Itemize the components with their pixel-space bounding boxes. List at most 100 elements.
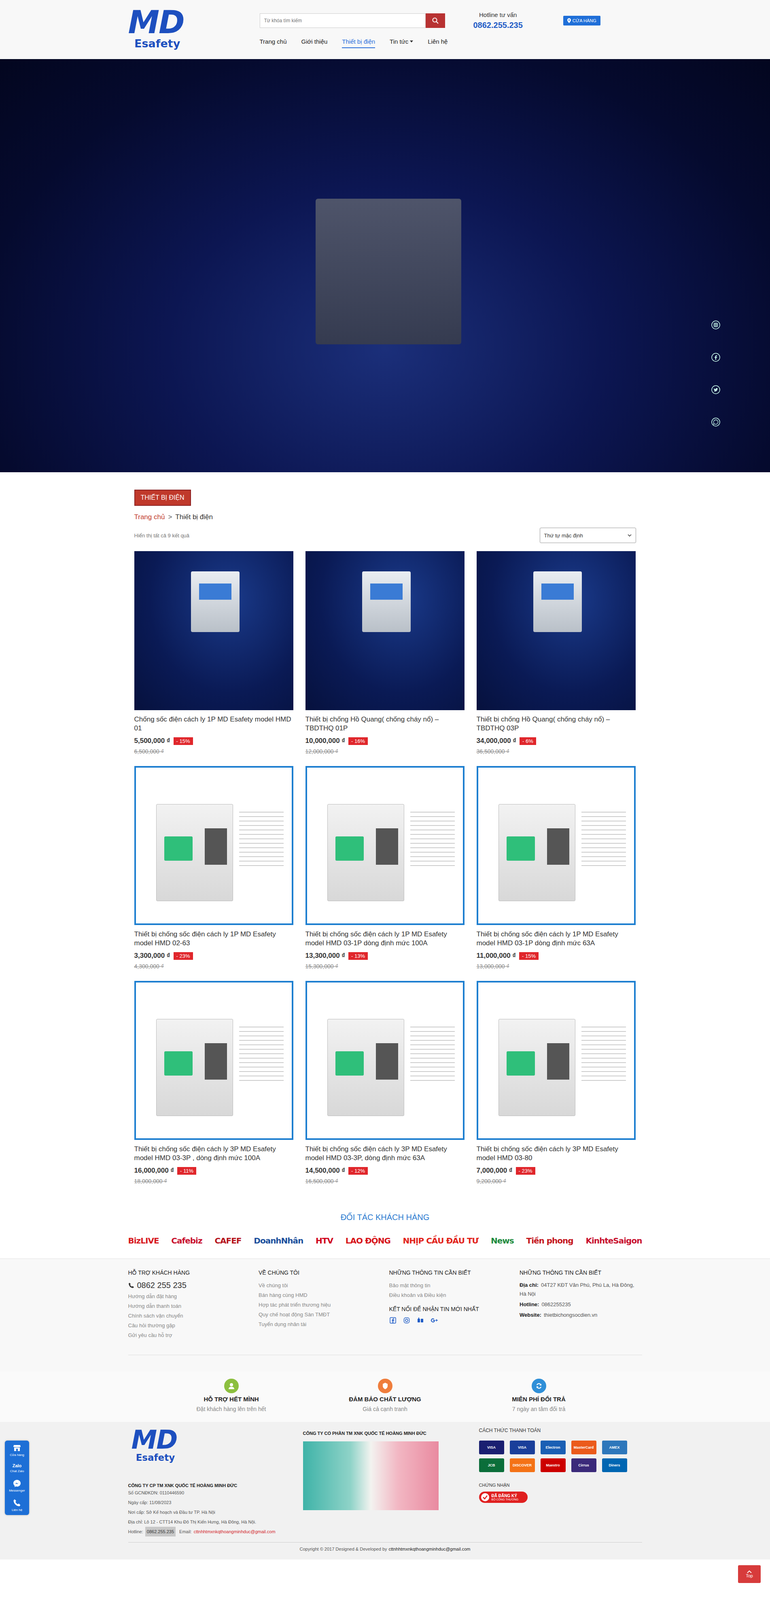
breadcrumb-link[interactable]: Trang chủ xyxy=(134,513,166,522)
payment-card: VISA xyxy=(479,1440,505,1455)
nav-item[interactable]: Trang chủ xyxy=(259,36,287,49)
youtube-icon[interactable] xyxy=(416,1317,425,1324)
product-name[interactable]: Chống sốc điện cách ly 1P MD Esafety mod… xyxy=(134,714,294,733)
nav-item[interactable]: Giới thiệu xyxy=(301,36,328,49)
partner-name: CAFEF xyxy=(214,1235,242,1246)
facebook-icon[interactable] xyxy=(389,1317,397,1324)
product-name[interactable]: Thiết bị chống sốc điện cách ly 3P MD Es… xyxy=(134,1144,294,1163)
product-name[interactable]: Thiết bị chống sốc điện cách ly 1P MD Es… xyxy=(476,929,636,948)
hotline-number[interactable]: 0862.255.235 xyxy=(473,20,523,30)
whatsapp-icon[interactable] xyxy=(710,417,721,427)
product-card[interactable]: Chống sốc điện cách ly 1P MD Esafety mod… xyxy=(134,551,294,755)
nav-item[interactable]: Tin tức xyxy=(389,36,414,49)
side-bar-item[interactable]: Liên hệ xyxy=(11,1498,23,1512)
search-icon[interactable] xyxy=(425,13,446,28)
footer-link[interactable]: Bảo mật thông tin xyxy=(389,1280,512,1291)
product-image[interactable] xyxy=(305,980,465,1140)
product-name[interactable]: Thiết bị chống sốc điện cách ly 1P MD Es… xyxy=(305,929,465,948)
partner-logo[interactable]: BizLIVE xyxy=(128,1235,160,1246)
twitter-icon[interactable] xyxy=(710,384,721,395)
partner-logo[interactable]: HTV xyxy=(315,1235,334,1246)
product-image[interactable] xyxy=(305,765,465,925)
hotline-value[interactable]: 0862.255.235 xyxy=(145,1526,176,1537)
card-label: Cirrus xyxy=(578,1463,590,1468)
device-switch xyxy=(506,1051,535,1076)
contact-row: Địa chỉ:04T27 KĐT Văn Phú, Phú La, Hà Đô… xyxy=(519,1280,643,1299)
partner-logo[interactable]: NHỊP CẦU ĐẦU TƯ xyxy=(403,1235,479,1246)
footer-link[interactable]: Hợp tác phát triển thương hiệu xyxy=(258,1300,382,1310)
feature: MIỄN PHÍ ĐỔI TRẢ7 ngày an tâm đổi trả xyxy=(462,1378,616,1413)
price-row: 34,000,000 ₫- 6% xyxy=(476,736,636,745)
footer-link[interactable]: Câu hỏi thường gặp xyxy=(128,1320,251,1331)
sort-select[interactable]: Thứ tự mặc định xyxy=(539,527,637,544)
partner-logo[interactable]: KinhteSaigon xyxy=(585,1235,642,1246)
product-image[interactable] xyxy=(476,765,636,925)
payment-card: Electron xyxy=(540,1440,566,1455)
sort-value: Thứ tự mặc định xyxy=(544,532,584,539)
product-image[interactable] xyxy=(134,980,294,1140)
instagram-icon[interactable] xyxy=(710,320,721,330)
product-name[interactable]: Thiết bị chống Hồ Quang( chống cháy nổ) … xyxy=(476,714,636,733)
footer-link[interactable]: Hướng dẫn thanh toán xyxy=(128,1301,251,1311)
email-value[interactable]: cttnhhtmxnkqthoangminhduc@gmail.com xyxy=(193,1526,276,1537)
contact-row: Website:thietbichongsocdien.vn xyxy=(519,1310,643,1320)
copyright-email[interactable]: cttnhhtmxnkqthoangminhduc@gmail.com xyxy=(388,1546,471,1552)
partner-logo[interactable]: DoanhNhân xyxy=(253,1235,304,1246)
product-name[interactable]: Thiết bị chống Hồ Quang( chống cháy nổ) … xyxy=(305,714,465,733)
phone-number[interactable]: 0862 255 235 xyxy=(137,1280,187,1290)
device-screen xyxy=(204,828,227,865)
side-bar-item[interactable]: Cửa hàng xyxy=(9,1443,25,1457)
product-image[interactable] xyxy=(476,551,636,711)
certificate-badge[interactable]: ĐÃ ĐĂNG KÝBỘ CÔNG THƯƠNG xyxy=(479,1491,528,1503)
side-bar-item[interactable]: Messenger xyxy=(8,1479,26,1493)
footer-link[interactable]: Hướng dẫn đặt hàng xyxy=(128,1291,251,1302)
product-name[interactable]: Thiết bị chống sốc điện cách ly 3P MD Es… xyxy=(305,1144,465,1163)
partner-logo[interactable]: News xyxy=(490,1235,514,1246)
product-card[interactable]: Thiết bị chống sốc điện cách ly 3P MD Es… xyxy=(305,980,465,1185)
product-card[interactable]: Thiết bị chống sốc điện cách ly 1P MD Es… xyxy=(305,765,465,970)
facebook-icon[interactable] xyxy=(710,352,721,363)
instagram-icon[interactable] xyxy=(403,1317,411,1324)
product-name[interactable]: Thiết bị chống sốc điện cách ly 3P MD Es… xyxy=(476,1144,636,1163)
badge-title: ĐÃ ĐĂNG KÝ xyxy=(491,1493,519,1498)
logo[interactable]: MDEsafety xyxy=(131,1427,180,1463)
product-card[interactable]: Thiết bị chống sốc điện cách ly 1P MD Es… xyxy=(476,765,636,970)
google-plus-icon[interactable] xyxy=(430,1317,438,1324)
showcase: CÔNG TY CỔ PHẦN TM XNK QUỐC TẾ HOÀNG MIN… xyxy=(303,1427,480,1537)
nav-item[interactable]: Thiết bị điện xyxy=(341,36,376,49)
product-image[interactable] xyxy=(134,551,294,711)
partner-logo[interactable]: Tiền phong xyxy=(526,1235,574,1246)
device-switch xyxy=(164,836,193,861)
product-image[interactable] xyxy=(305,551,465,711)
store-button[interactable]: CỬA HÀNG xyxy=(563,15,601,26)
product-card[interactable]: Thiết bị chống sốc điện cách ly 1P MD Es… xyxy=(134,765,294,970)
footer-link[interactable]: Bán hàng cùng HMD xyxy=(258,1290,382,1301)
partner-logo[interactable]: CAFEF xyxy=(214,1235,242,1246)
footer-link[interactable]: Về chúng tôi xyxy=(258,1280,382,1291)
nav-item[interactable]: Liên hệ xyxy=(427,36,448,49)
search-form xyxy=(259,13,446,28)
footer-link[interactable]: Tuyển dụng nhân tài xyxy=(258,1319,382,1330)
footer-link[interactable]: Điều khoản và Điều kiện xyxy=(389,1290,512,1301)
back-to-top-button[interactable]: Top xyxy=(738,1565,761,1583)
product-card[interactable]: Thiết bị chống Hồ Quang( chống cháy nổ) … xyxy=(305,551,465,755)
partner-logo[interactable]: LAO ĐỘNG xyxy=(345,1235,391,1246)
partner-logo[interactable]: Cafebiz xyxy=(171,1235,202,1246)
footer-link[interactable]: Quy chế hoạt động Sàn TMĐT xyxy=(258,1309,382,1320)
footer-link[interactable]: Chính sách vận chuyển xyxy=(128,1310,251,1321)
product-card[interactable]: Thiết bị chống sốc điện cách ly 3P MD Es… xyxy=(476,980,636,1185)
search-input[interactable] xyxy=(259,13,426,28)
card-label: JCB xyxy=(487,1463,495,1468)
logo[interactable]: MDEsafety xyxy=(128,7,187,50)
product-card[interactable]: Thiết bị chống Hồ Quang( chống cháy nổ) … xyxy=(476,551,636,755)
product-card[interactable]: Thiết bị chống sốc điện cách ly 3P MD Es… xyxy=(134,980,294,1185)
side-bar-label: Liên hệ xyxy=(11,1508,23,1512)
product-image[interactable] xyxy=(134,765,294,925)
showcase-image[interactable] xyxy=(303,1441,439,1511)
spec-lines xyxy=(239,1022,284,1084)
product-image[interactable] xyxy=(476,980,636,1140)
footer-link[interactable]: Gửi yêu cầu hỗ trợ xyxy=(128,1330,251,1341)
company-info: MDEsafetyCÔNG TY CP TM XNK QUỐC TẾ HOÀNG… xyxy=(128,1427,304,1537)
product-name[interactable]: Thiết bị chống sốc điện cách ly 1P MD Es… xyxy=(134,929,294,948)
side-bar-item[interactable]: ZaloChat Zalo xyxy=(10,1463,25,1473)
